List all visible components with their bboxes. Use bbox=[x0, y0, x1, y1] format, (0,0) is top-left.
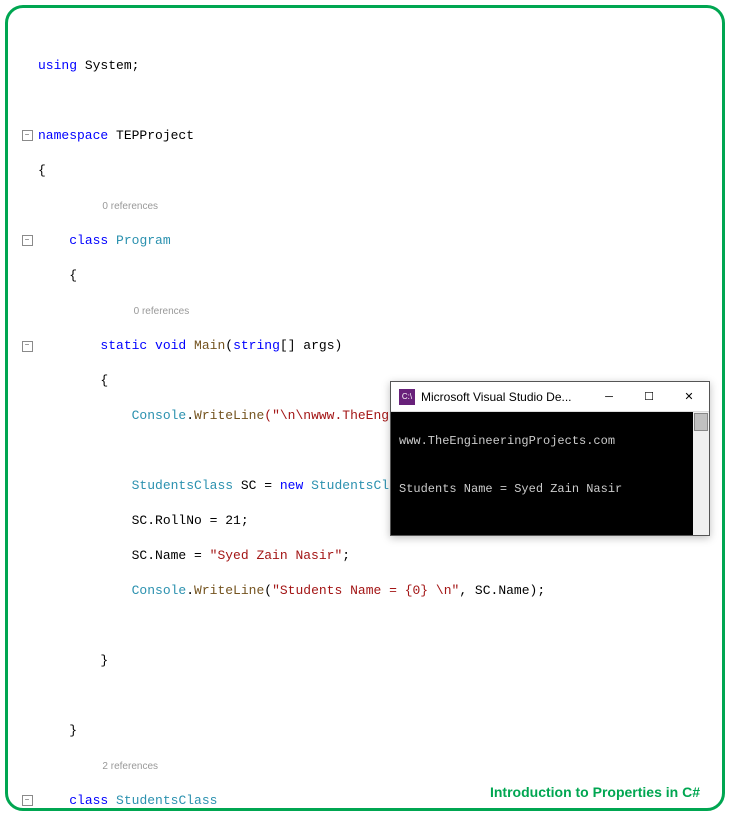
caption-label: Introduction to Properties in C# bbox=[490, 784, 700, 800]
keyword-new: new bbox=[280, 478, 303, 493]
code-frame: using System; −namespace TEPProject { 0 … bbox=[5, 5, 725, 811]
codelens[interactable]: 0 references bbox=[100, 201, 158, 212]
keyword-using: using bbox=[38, 58, 77, 73]
console-type: Console bbox=[132, 408, 187, 423]
fold-icon[interactable]: − bbox=[22, 130, 33, 141]
fold-icon[interactable]: − bbox=[22, 235, 33, 246]
app-icon: C:\ bbox=[399, 389, 415, 405]
maximize-button[interactable]: ☐ bbox=[629, 382, 669, 412]
titlebar[interactable]: C:\ Microsoft Visual Studio De... ─ ☐ ✕ bbox=[391, 382, 709, 412]
string-literal: "Students Name = {0} \n" bbox=[272, 583, 459, 598]
scrollbar[interactable] bbox=[693, 412, 709, 535]
output-line: Students Name = Syed Zain Nasir bbox=[399, 482, 701, 498]
minimize-button[interactable]: ─ bbox=[589, 382, 629, 412]
terminal-output[interactable]: www.TheEngineeringProjects.com Students … bbox=[391, 412, 709, 535]
close-button[interactable]: ✕ bbox=[669, 382, 709, 412]
keyword-namespace: namespace bbox=[38, 128, 108, 143]
fold-icon[interactable]: − bbox=[22, 341, 33, 352]
window-title: Microsoft Visual Studio De... bbox=[421, 390, 589, 404]
output-line: www.TheEngineeringProjects.com bbox=[399, 434, 701, 450]
writeline-method: WriteLine bbox=[194, 408, 264, 423]
keyword-class: class bbox=[69, 233, 108, 248]
string-literal: "Syed Zain Nasir" bbox=[210, 548, 343, 563]
class-name: StudentsClass bbox=[108, 793, 217, 808]
keyword-static-void: static void bbox=[100, 338, 186, 353]
type-studentsclass: StudentsClass bbox=[132, 478, 233, 493]
code-line: SC.RollNo = 21; bbox=[132, 513, 249, 528]
codelens[interactable]: 0 references bbox=[132, 306, 190, 317]
method-main: Main bbox=[186, 338, 225, 353]
fold-icon[interactable]: − bbox=[22, 795, 33, 806]
text: System; bbox=[77, 58, 139, 73]
codelens[interactable]: 2 references bbox=[100, 761, 158, 772]
namespace-name: TEPProject bbox=[108, 128, 194, 143]
console-window[interactable]: C:\ Microsoft Visual Studio De... ─ ☐ ✕ … bbox=[390, 381, 710, 536]
class-name: Program bbox=[108, 233, 170, 248]
scrollbar-thumb[interactable] bbox=[694, 413, 708, 431]
